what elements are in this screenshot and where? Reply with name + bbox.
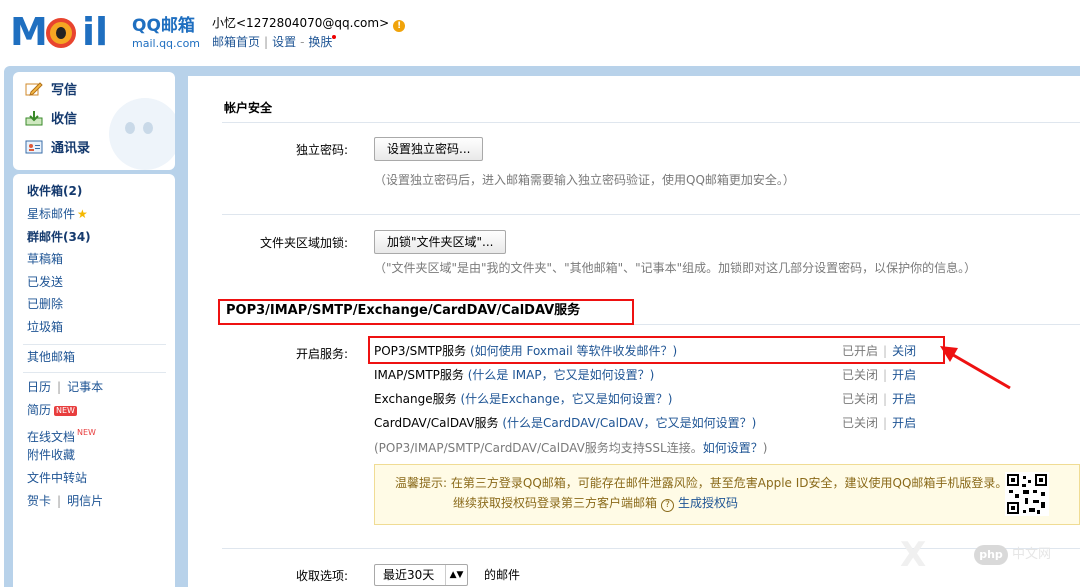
skin-link[interactable]: 换肤: [308, 35, 332, 49]
exchange-status: 已关闭 | 开启: [842, 392, 917, 406]
folder-starred[interactable]: 星标邮件 ★: [27, 205, 88, 223]
service-row-imap: IMAP/SMTP服务 (什么是 IMAP，它又是如何设置？): [374, 368, 655, 382]
watermark-text: 中文网: [1012, 547, 1052, 562]
pop3-status: 已开启 | 关闭: [842, 344, 917, 358]
divider: [222, 122, 1080, 123]
calendar-link[interactable]: 日历: [27, 380, 51, 394]
penguin-decoration-icon: [109, 98, 175, 170]
red-arrow-annotation: [940, 346, 1011, 390]
carddav-toggle-link[interactable]: 开启: [892, 416, 916, 430]
online-docs-link[interactable]: 在线文档 NEW: [27, 424, 96, 444]
new-badge: NEW: [54, 406, 77, 416]
logo-title: QQ邮箱: [132, 16, 195, 36]
ssl-note: (POP3/IMAP/SMTP/CardDAV/CalDAV服务均支持SSL连接…: [374, 441, 768, 455]
fetch-options-label: 收取选项:: [295, 569, 348, 583]
folder-group-mail[interactable]: 群邮件(34): [27, 228, 91, 246]
calendar-notes-row: 日历 | 记事本: [27, 380, 104, 394]
divider: [23, 344, 166, 345]
enable-services-label: 开启服务:: [295, 347, 348, 361]
service-row-carddav: CardDAV/CalDAV服务 (什么是CardDAV/CalDAV，它又是如…: [374, 416, 757, 430]
exchange-help-link[interactable]: (什么是Exchange，它又是如何设置？): [460, 392, 672, 406]
pop3-toggle-link[interactable]: 关闭: [892, 344, 916, 358]
folder-inbox[interactable]: 收件箱(2): [27, 182, 82, 200]
other-mailboxes[interactable]: 其他邮箱: [27, 348, 75, 366]
lock-folder-button[interactable]: 加锁"文件夹区域"...: [374, 230, 507, 254]
help-circle-icon[interactable]: ?: [661, 499, 675, 512]
select-arrows-icon: ▲▼: [445, 565, 467, 585]
contacts-button[interactable]: 通讯录: [25, 139, 90, 159]
set-password-button[interactable]: 设置独立密码...: [374, 137, 484, 161]
user-info: 小忆<1272804070@qq.com>! 邮箱首页 | 设置 - 换肤: [212, 14, 406, 50]
security-tip: 温馨提示: 在第三方登录QQ邮箱，可能存在邮件泄露风险，甚至危害Apple ID…: [374, 464, 1080, 525]
carddav-help-link[interactable]: (什么是CardDAV/CalDAV，它又是如何设置？): [502, 416, 756, 430]
independent-password-label: 独立密码:: [295, 143, 348, 157]
logo-domain: mail.qq.com: [132, 37, 201, 50]
settings-content: 帐户安全 独立密码: 设置独立密码... （设置独立密码后，进入邮箱需要输入独立…: [188, 76, 1080, 587]
divider: [23, 372, 166, 373]
fetch-range-select[interactable]: 最近30天 ▲▼: [374, 564, 468, 586]
imap-status: 已关闭 | 开启: [842, 368, 917, 382]
section-title-services: POP3/IMAP/SMTP/Exchange/CardDAV/CalDAV服务: [226, 303, 581, 318]
logo-letter-m: M: [10, 10, 48, 54]
watermark-x-icon: X: [900, 535, 927, 575]
divider: -: [300, 35, 305, 49]
divider: [634, 324, 1080, 325]
folder-lock-note: （"文件夹区域"是由"我的文件夹"、"其他邮箱"、"记事本"组成。加锁即对这几部…: [374, 261, 977, 275]
user-account: 小忆<1272804070@qq.com>: [212, 16, 390, 30]
tip-prefix: 温馨提示:: [395, 476, 448, 490]
logo-letters-il: il: [82, 10, 109, 54]
tip-line2: 继续获取授权码登录第三方客户端邮箱: [453, 496, 658, 510]
inbox-button[interactable]: 收信: [25, 110, 77, 130]
warning-icon[interactable]: !: [393, 20, 406, 32]
password-note: （设置独立密码后，进入邮箱需要输入独立密码验证，使用QQ邮箱更加安全。）: [374, 173, 795, 187]
watermark-logo: php: [974, 545, 1008, 565]
section-title-account-security: 帐户安全: [224, 101, 273, 115]
attachments-link[interactable]: 附件收藏: [27, 446, 75, 464]
pencil-icon: [25, 82, 43, 96]
qr-code-icon: [1005, 472, 1049, 516]
contacts-card-icon: [25, 140, 43, 154]
notification-dot: [332, 35, 337, 39]
service-row-exchange: Exchange服务 (什么是Exchange，它又是如何设置？): [374, 392, 673, 406]
imap-help-link[interactable]: (什么是 IMAP，它又是如何设置？): [468, 368, 655, 382]
divider: [222, 214, 1080, 215]
compose-panel: 写信 收信 通讯录: [13, 72, 175, 170]
receive-icon: [25, 111, 43, 126]
compose-button[interactable]: 写信: [25, 81, 77, 101]
postcards-link[interactable]: 明信片: [67, 494, 103, 508]
folder-panel: 收件箱(2) 星标邮件 ★ 群邮件(34) 草稿箱 已发送 已删除 垃圾箱 其他邮…: [13, 174, 175, 587]
top-header: M il QQ邮箱 mail.qq.com 小忆<1272804070@qq.c…: [0, 0, 1080, 66]
generate-auth-code-link[interactable]: 生成授权码: [678, 496, 738, 510]
folder-lock-label: 文件夹区域加锁:: [259, 236, 348, 250]
notes-link[interactable]: 记事本: [67, 380, 103, 394]
imap-toggle-link[interactable]: 开启: [892, 368, 916, 382]
exchange-toggle-link[interactable]: 开启: [892, 392, 916, 406]
file-transfer-link[interactable]: 文件中转站: [27, 469, 87, 487]
service-row-pop3: POP3/SMTP服务 (如何使用 Foxmail 等软件收发邮件？): [374, 344, 678, 358]
folder-drafts[interactable]: 草稿箱: [27, 250, 63, 268]
greeting-cards-link[interactable]: 贺卡: [27, 494, 51, 508]
php-watermark: X php 中文网: [900, 535, 1080, 575]
logo-penguin-icon: [46, 18, 76, 48]
folder-sent[interactable]: 已发送: [27, 273, 63, 291]
new-badge: NEW: [77, 428, 96, 437]
resume-link[interactable]: 简历 NEW: [27, 401, 77, 419]
home-link[interactable]: 邮箱首页: [212, 35, 260, 49]
folder-deleted[interactable]: 已删除: [27, 295, 63, 313]
ssl-help-link[interactable]: 如何设置？: [703, 441, 763, 455]
folder-spam[interactable]: 垃圾箱: [27, 318, 63, 336]
pop3-help-link[interactable]: (如何使用 Foxmail 等软件收发邮件？): [470, 344, 677, 358]
tip-line1: 在第三方登录QQ邮箱，可能存在邮件泄露风险，甚至危害Apple ID安全，建议使…: [450, 476, 1008, 490]
fetch-suffix: 的邮件: [484, 568, 521, 582]
settings-link[interactable]: 设置: [272, 35, 296, 49]
divider: |: [264, 35, 269, 49]
carddav-status: 已关闭 | 开启: [842, 416, 917, 430]
star-icon: ★: [77, 207, 88, 221]
cards-row: 贺卡 | 明信片: [27, 494, 104, 508]
